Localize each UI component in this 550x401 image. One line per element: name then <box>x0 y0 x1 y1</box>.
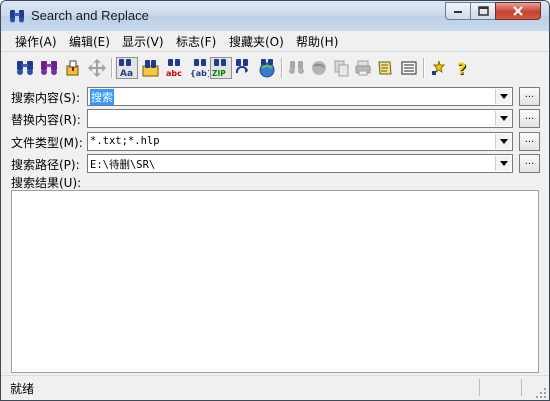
resize-grip-icon[interactable] <box>535 387 547 399</box>
svg-text:?: ? <box>457 59 466 77</box>
svg-text:ZIP: ZIP <box>212 69 226 78</box>
svg-text:Aa: Aa <box>120 69 133 78</box>
ab-bracket-icon[interactable]: {ab} <box>188 57 210 79</box>
results-list[interactable] <box>11 190 539 373</box>
search-input[interactable]: 搜索 <box>87 87 513 106</box>
minimize-icon <box>454 11 462 13</box>
results-label: 搜索结果(U): <box>11 176 82 190</box>
menu-help[interactable]: 帮助(H) <box>296 33 338 50</box>
tips-icon[interactable] <box>428 57 450 79</box>
search-icon[interactable] <box>14 57 36 79</box>
globe-icon[interactable] <box>308 57 330 79</box>
app-window: Search and Replace 操作(A) 编辑(E) 显示(V) 标志(… <box>0 0 550 401</box>
zip-search-icon[interactable]: ZIP <box>210 57 232 79</box>
script-icon[interactable] <box>374 57 396 79</box>
status-bar: 就绪 <box>1 375 549 400</box>
search-replace-icon[interactable] <box>38 57 60 79</box>
replace-browse-button[interactable]: ... <box>519 109 540 128</box>
search-input-value: 搜索 <box>90 89 114 105</box>
search-browse-button[interactable]: ... <box>519 87 540 106</box>
chevron-down-icon[interactable] <box>495 134 511 149</box>
svg-text:{ab}: {ab} <box>190 69 209 78</box>
menu-favorites[interactable]: 搜藏夹(O) <box>229 33 284 50</box>
web-search-icon[interactable] <box>256 57 278 79</box>
print-icon[interactable] <box>352 57 374 79</box>
maximize-icon <box>477 6 489 16</box>
path-input[interactable]: E:\待删\SR\ <box>87 154 513 173</box>
menu-flags[interactable]: 标志(F) <box>176 33 216 50</box>
status-pane-divider <box>479 379 480 396</box>
match-case-icon[interactable]: Aa <box>116 57 138 79</box>
maximize-button[interactable] <box>470 2 496 20</box>
menu-bar: 操作(A) 编辑(E) 显示(V) 标志(F) 搜藏夹(O) 帮助(H) <box>1 31 549 50</box>
refresh-search-icon[interactable] <box>232 57 254 79</box>
move-icon[interactable] <box>86 57 108 79</box>
close-button[interactable] <box>495 2 541 20</box>
window-title: Search and Replace <box>31 8 149 23</box>
menu-view[interactable]: 显示(V) <box>122 33 164 50</box>
replace-input[interactable] <box>87 109 513 128</box>
help-icon[interactable]: ?? <box>452 57 474 79</box>
replace-label: 替换内容(R): <box>11 113 81 127</box>
chevron-down-icon[interactable] <box>495 156 511 171</box>
svg-text:abc: abc <box>166 69 182 78</box>
close-icon <box>513 6 523 16</box>
abc-replace-icon[interactable]: abc <box>164 57 186 79</box>
binoculars-app-icon <box>10 10 24 23</box>
menu-edit[interactable]: 编辑(E) <box>69 33 110 50</box>
filetype-input-value: *.txt;*.hlp <box>90 135 160 147</box>
status-text: 就绪 <box>10 382 35 396</box>
filetype-browse-button[interactable]: ... <box>519 132 540 151</box>
search-label: 搜索内容(S): <box>11 91 81 105</box>
minimize-button[interactable] <box>445 2 471 20</box>
status-pane-divider <box>521 379 522 396</box>
paste-icon[interactable] <box>330 57 352 79</box>
menu-operation[interactable]: 操作(A) <box>15 33 57 50</box>
list-icon[interactable] <box>398 57 420 79</box>
path-label: 搜索路径(P): <box>11 158 80 172</box>
filetype-label: 文件类型(M): <box>11 136 83 150</box>
path-input-value: E:\待删\SR\ <box>90 159 156 171</box>
folder-search-icon[interactable] <box>140 57 162 79</box>
find-next-icon[interactable] <box>286 57 308 79</box>
copy-to-icon[interactable] <box>62 57 84 79</box>
path-browse-button[interactable]: ... <box>519 154 540 173</box>
toolbar: Aa abc {ab} ZIP <box>1 51 549 84</box>
chevron-down-icon[interactable] <box>495 89 511 104</box>
chevron-down-icon[interactable] <box>495 111 511 126</box>
title-bar[interactable]: Search and Replace <box>1 1 549 31</box>
filetype-input[interactable]: *.txt;*.hlp <box>87 132 513 151</box>
